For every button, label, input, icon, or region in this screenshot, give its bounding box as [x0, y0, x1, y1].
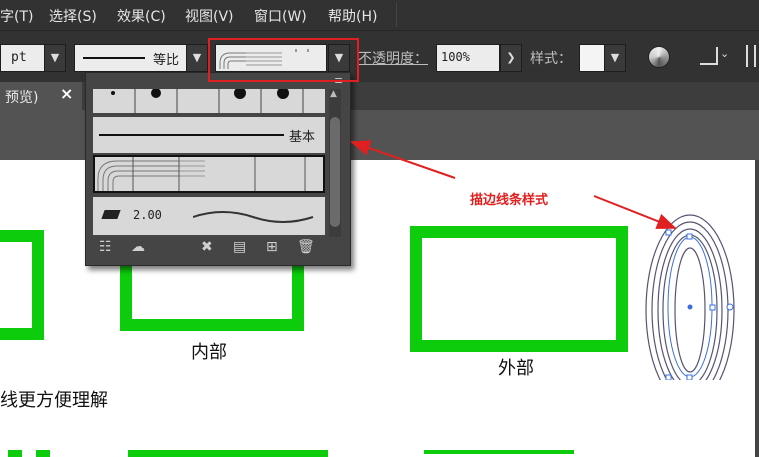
brush-libraries-menu-icon[interactable]: ☷ — [99, 239, 112, 255]
options-of-selected-object-icon[interactable]: ▤ — [233, 239, 246, 255]
style-label: 样式： — [530, 51, 572, 67]
menu-bar: 字(T) 选择(S) 效果(C) 视图(V) 窗口(W) 帮助(H) — [0, 0, 759, 30]
selected-brush-pattern-icon — [97, 157, 306, 191]
stroke-unit-text: pt — [11, 50, 27, 65]
brush-row-calligraphic[interactable]: 2.00 — [93, 197, 325, 235]
opacity-value: 100% — [441, 50, 470, 64]
libraries-panel-icon[interactable]: ☁ — [131, 239, 145, 255]
new-brush-icon[interactable]: ⊞ — [266, 239, 278, 255]
popup-toolbar: ☷ ☁ ✖ ▤ ⊞ 🗑 — [93, 239, 343, 261]
profile-label: 等比 — [153, 53, 180, 68]
line-preview-icon — [83, 57, 145, 59]
opacity-expand-arrow[interactable]: ❯ — [500, 44, 522, 72]
outer-caption: 外部 — [498, 358, 534, 379]
scroll-up-arrow-icon[interactable]: ▲ — [330, 89, 337, 99]
variable-width-profile-box[interactable]: 等比 — [74, 44, 188, 72]
annotation-label: 描边线条样式 — [470, 193, 549, 208]
wavy-brush-preview-icon — [193, 211, 314, 223]
scrollbar-thumb[interactable] — [330, 117, 340, 227]
menu-window[interactable]: 窗口(W) — [254, 6, 307, 26]
stroke-weight-field[interactable]: pt — [0, 44, 46, 72]
stroke-weight-dropdown-arrow[interactable]: ▼ — [44, 44, 66, 72]
brush-row-basic[interactable]: 基本 — [93, 117, 325, 153]
menu-effect[interactable]: 效果(C) — [117, 6, 166, 26]
brush-row-selected[interactable] — [93, 155, 325, 193]
selected-ellipse-shape[interactable] — [640, 210, 740, 380]
brush-definition-popup: ≡ 基本 2.00 ▲ ☷ ☁ ✖ ▤ ⊞ 🗑 — [85, 72, 351, 266]
close-icon[interactable]: × — [60, 84, 73, 103]
menu-divider — [396, 3, 397, 27]
partial-text: 线更方便理解 — [0, 390, 108, 411]
canvas-right-edge — [755, 160, 759, 457]
brush-weight-value: 2.00 — [133, 208, 162, 222]
recolor-artwork-icon[interactable] — [648, 46, 670, 68]
document-tab-label: 预览) — [5, 90, 39, 106]
inner-caption: 内部 — [191, 342, 227, 363]
green-rectangle-left[interactable] — [0, 230, 44, 340]
remove-brush-stroke-icon[interactable]: ✖ — [201, 239, 213, 255]
calligraphic-brush-icon — [101, 210, 121, 219]
style-dropdown-arrow[interactable]: ▼ — [604, 44, 626, 72]
green-shapes-partial — [0, 450, 755, 457]
basic-label: 基本 — [289, 130, 316, 145]
dot-brushes-icon — [111, 87, 304, 113]
basic-line-icon — [99, 134, 284, 136]
menu-type[interactable]: 字(T) — [0, 6, 33, 26]
popup-scrollbar[interactable]: ▲ — [329, 89, 341, 237]
align-icon[interactable] — [700, 47, 718, 65]
opacity-field[interactable]: 100% — [436, 44, 500, 72]
menu-help[interactable]: 帮助(H) — [328, 6, 377, 26]
document-tab[interactable]: 预览) × — [0, 82, 82, 110]
menu-select[interactable]: 选择(S) — [49, 6, 97, 26]
opacity-label[interactable]: 不透明度： — [358, 48, 428, 68]
profile-dropdown-arrow[interactable]: ▼ — [186, 44, 208, 72]
transform-icon[interactable] — [746, 45, 756, 67]
align-dropdown-chevron-icon[interactable]: ⌄ — [720, 47, 729, 60]
green-rectangle-outer[interactable] — [410, 226, 628, 352]
menu-view[interactable]: 视图(V) — [185, 6, 234, 26]
brush-row-dots[interactable] — [93, 87, 325, 113]
delete-brush-icon[interactable]: 🗑 — [297, 239, 315, 255]
highlight-box — [208, 38, 359, 82]
graphic-style-swatch[interactable] — [579, 44, 605, 72]
